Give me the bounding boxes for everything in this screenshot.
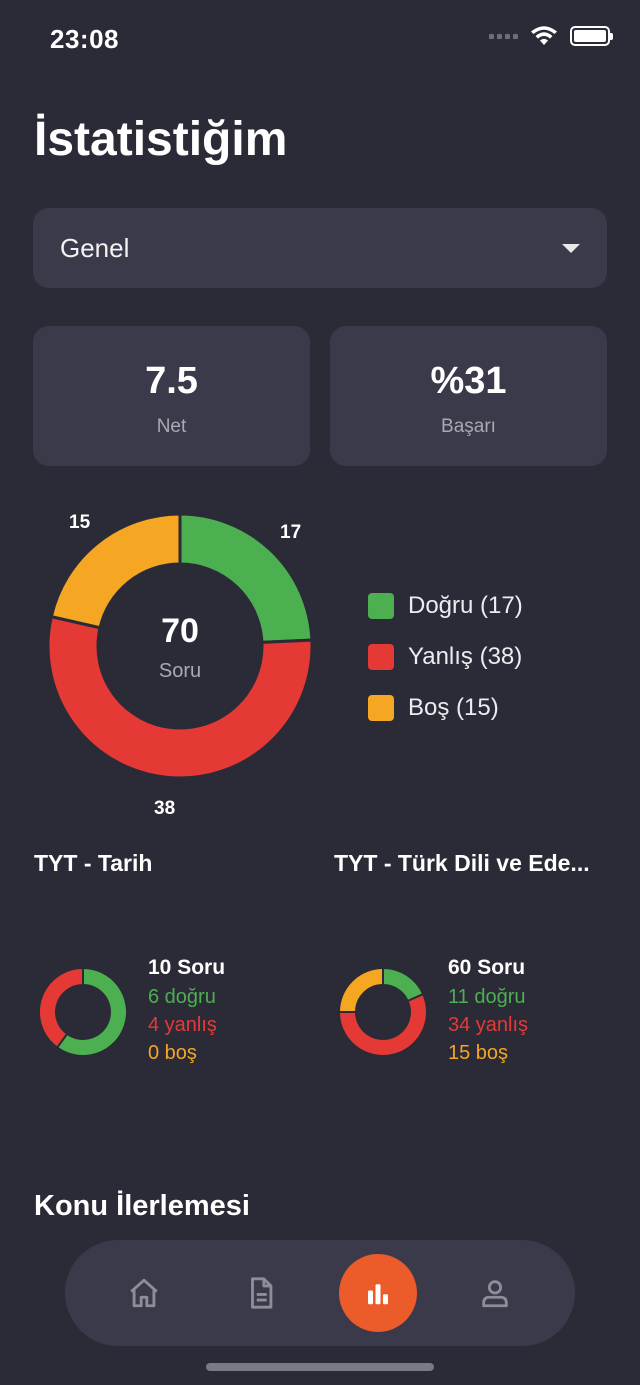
- wifi-icon: [531, 26, 557, 45]
- legend-item-wrong: Yanlış (38): [368, 631, 523, 682]
- net-value: 7.5: [145, 360, 198, 402]
- subject-donut-turkish: [337, 966, 428, 1057]
- subject-question-count: 10 Soru: [148, 956, 226, 979]
- subject-donut-history: [38, 966, 128, 1057]
- net-label: Net: [156, 416, 187, 437]
- status-icons: [489, 26, 613, 46]
- legend-label-wrong: Yanlış (38): [408, 642, 523, 670]
- document-icon: [251, 1277, 273, 1309]
- subject-wrong-count: 34 yanlış: [448, 1014, 529, 1036]
- donut-center-label: Soru: [158, 660, 202, 682]
- tab-exams[interactable]: [222, 1254, 300, 1332]
- net-card: 7.5 Net: [33, 326, 310, 466]
- answers-donut-chart: 70 Soru 17 38 15: [30, 496, 330, 826]
- subject-stats-history: 10 Soru 6 doğru 4 yanlış 0 boş: [148, 956, 225, 1070]
- filter-selected-value: Genel: [60, 232, 130, 263]
- tab-statistics[interactable]: [339, 1254, 417, 1332]
- subject-stats-turkish: 60 Soru 11 doğru 34 yanlış 15 boş: [448, 956, 528, 1070]
- status-time: 23:08: [50, 24, 119, 54]
- statistics-screen: 23:08 İstatistiğim Genel 7.5 Net %31 Baş…: [0, 0, 640, 1385]
- home-indicator: [206, 1363, 434, 1371]
- filter-dropdown[interactable]: Genel: [33, 208, 607, 288]
- tab-profile[interactable]: [456, 1254, 534, 1332]
- success-label: Başarı: [441, 416, 496, 437]
- legend-swatch-blank: [368, 694, 394, 721]
- legend-item-correct: Doğru (17): [368, 580, 523, 631]
- profile-icon: [482, 1280, 508, 1308]
- legend-swatch-wrong: [368, 643, 394, 670]
- topic-progress-title: Konu İlerlemesi: [34, 1190, 250, 1222]
- subject-wrong-count: 4 yanlış: [148, 1014, 217, 1036]
- subject-correct-count: 6 doğru: [148, 986, 216, 1008]
- subject-blank-count: 0 boş: [148, 1042, 197, 1064]
- home-icon: [130, 1278, 158, 1308]
- subject-donut-slice-wrong: [38, 966, 84, 1049]
- slice-label-blank: 15: [69, 512, 91, 533]
- subject-title-turkish[interactable]: TYT - Türk Dili ve Ede...: [334, 850, 590, 877]
- legend-label-blank: Boş (15): [408, 693, 499, 721]
- chart-legend: Doğru (17) Yanlış (38) Boş (15): [368, 580, 523, 733]
- subject-correct-count: 11 doğru: [448, 986, 526, 1008]
- legend-item-blank: Boş (15): [368, 682, 523, 733]
- page-title: İstatistiğim: [34, 113, 288, 166]
- chevron-down-icon: [562, 243, 580, 253]
- donut-total: 70: [161, 612, 199, 650]
- battery-icon: [570, 26, 613, 46]
- legend-swatch-correct: [368, 592, 394, 619]
- subject-question-count: 60 Soru: [448, 956, 526, 979]
- slice-label-wrong: 38: [154, 798, 176, 819]
- bottom-tab-bar: [65, 1240, 575, 1346]
- legend-label-correct: Doğru (17): [408, 591, 523, 619]
- bar-chart-icon: [368, 1284, 388, 1305]
- subject-title-history[interactable]: TYT - Tarih: [34, 850, 152, 877]
- subject-blank-count: 15 boş: [448, 1042, 509, 1064]
- tab-home[interactable]: [105, 1254, 183, 1332]
- success-value: %31: [430, 360, 507, 402]
- success-card: %31 Başarı: [330, 326, 607, 466]
- cellular-signal-icon: [489, 33, 518, 39]
- subject-donut-slice-blank: [337, 966, 384, 1013]
- slice-label-correct: 17: [280, 522, 302, 543]
